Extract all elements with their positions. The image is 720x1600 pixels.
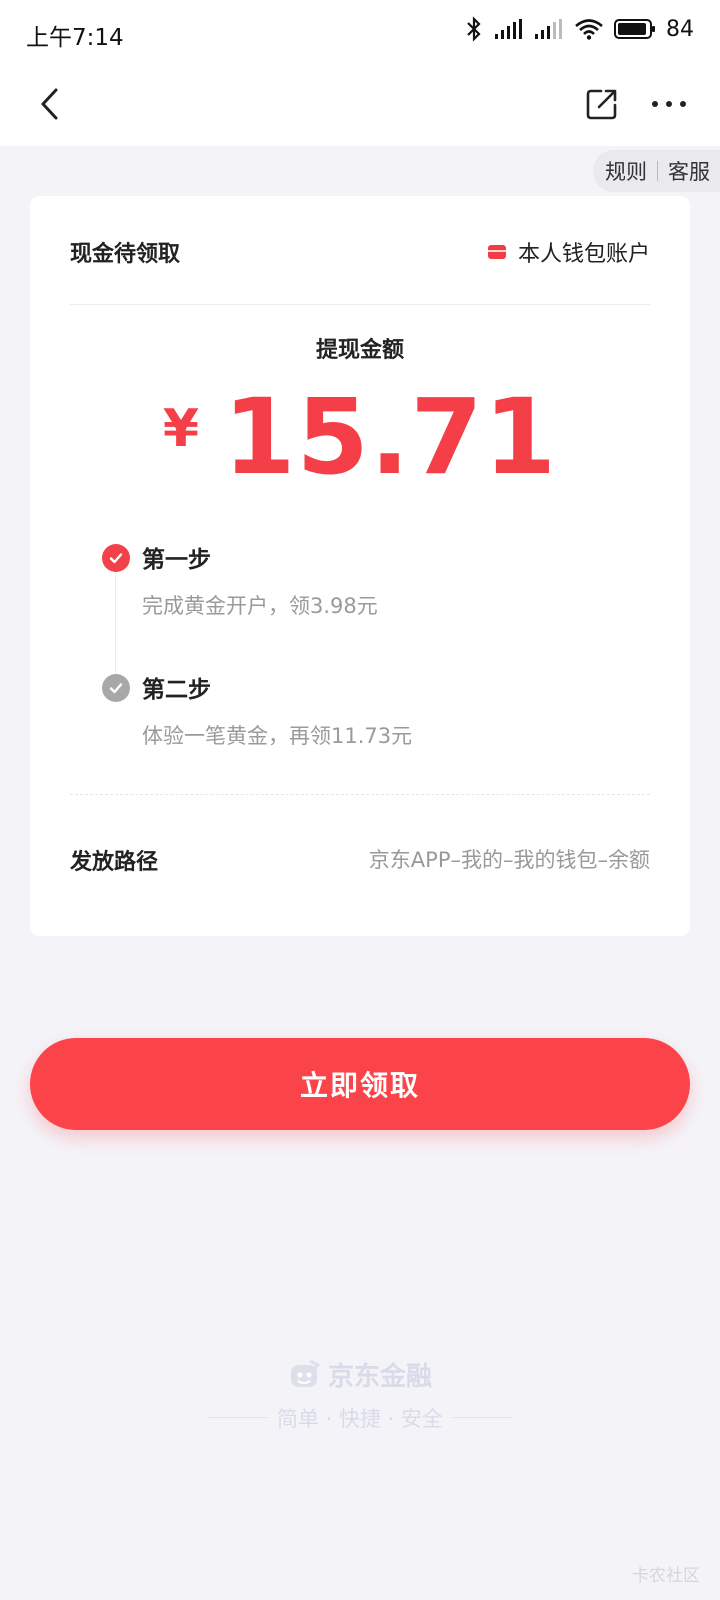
card-title: 现金待领取 xyxy=(70,242,181,267)
rules-link[interactable]: 规则 xyxy=(605,156,647,186)
amount-label: 提现金额 xyxy=(315,338,404,363)
battery-level: 84 xyxy=(666,16,694,42)
step-desc: 体验一笔黄金，再领11.73元 xyxy=(142,724,413,748)
status-bar: 上午7:14 84 xyxy=(0,0,720,64)
divider xyxy=(70,304,650,305)
check-circle-icon xyxy=(102,674,130,702)
dashed-divider xyxy=(70,794,650,795)
step-title: 第一步 xyxy=(142,547,211,573)
slogan: 简单 · 快捷 · 安全 xyxy=(0,1403,720,1433)
wifi-icon xyxy=(575,19,603,40)
claim-now-button[interactable]: 立即领取 xyxy=(30,1038,690,1130)
more-button[interactable] xyxy=(644,82,694,126)
check-circle-icon xyxy=(102,544,130,572)
chevron-left-icon xyxy=(41,88,58,120)
wallet-icon xyxy=(487,245,506,259)
back-button[interactable] xyxy=(28,82,72,126)
slogan-line-right xyxy=(453,1417,514,1418)
brand-logo: 京东金融 xyxy=(288,1356,432,1393)
step-desc: 完成黄金开户，领3.98元 xyxy=(142,594,378,618)
watermark: 卡农社区 xyxy=(632,1566,700,1586)
path-label: 发放路径 xyxy=(70,850,159,875)
card-header: 现金待领取 本人钱包账户 xyxy=(70,236,650,272)
status-icons: 84 xyxy=(464,16,694,42)
jd-finance-logo-icon xyxy=(290,1359,321,1387)
brand-name: 京东金融 xyxy=(327,1362,432,1392)
amount-display: ¥15.71 xyxy=(30,376,690,498)
battery-icon xyxy=(614,19,655,39)
signal-icon xyxy=(535,19,562,39)
bluetooth-icon xyxy=(467,16,481,42)
customer-service-link[interactable]: 客服 xyxy=(668,156,710,186)
share-icon xyxy=(586,89,617,120)
nav-bar xyxy=(0,64,720,146)
signal-icon xyxy=(495,19,522,39)
cash-card: 现金待领取 本人钱包账户 提现金额 ¥15.71 第一步 完成黄金开户，领3.9… xyxy=(30,196,690,936)
status-time: 上午7:14 xyxy=(26,25,124,51)
steps-list: 第一步 完成黄金开户，领3.98元 第二步 体验一笔黄金，再领11.73元 xyxy=(102,536,662,776)
step-title: 第二步 xyxy=(142,677,211,703)
more-dots-icon xyxy=(652,101,686,107)
rules-service-chip: 规则 客服 xyxy=(593,150,720,192)
footer-brand: 京东金融 简单 · 快捷 · 安全 xyxy=(0,1356,720,1433)
wallet-account-label: 本人钱包账户 xyxy=(517,242,650,267)
chip-divider xyxy=(657,161,658,181)
slogan-text: 简单 · 快捷 · 安全 xyxy=(276,1406,444,1431)
wallet-account: 本人钱包账户 xyxy=(487,236,650,268)
currency-symbol: ¥ xyxy=(162,399,200,459)
step-connector xyxy=(115,564,116,688)
slogan-line-left xyxy=(206,1417,267,1418)
share-button[interactable] xyxy=(580,82,624,126)
path-value: 京东APP–我的–我的钱包–余额 xyxy=(368,848,650,872)
amount-value: 15.71 xyxy=(223,376,558,498)
